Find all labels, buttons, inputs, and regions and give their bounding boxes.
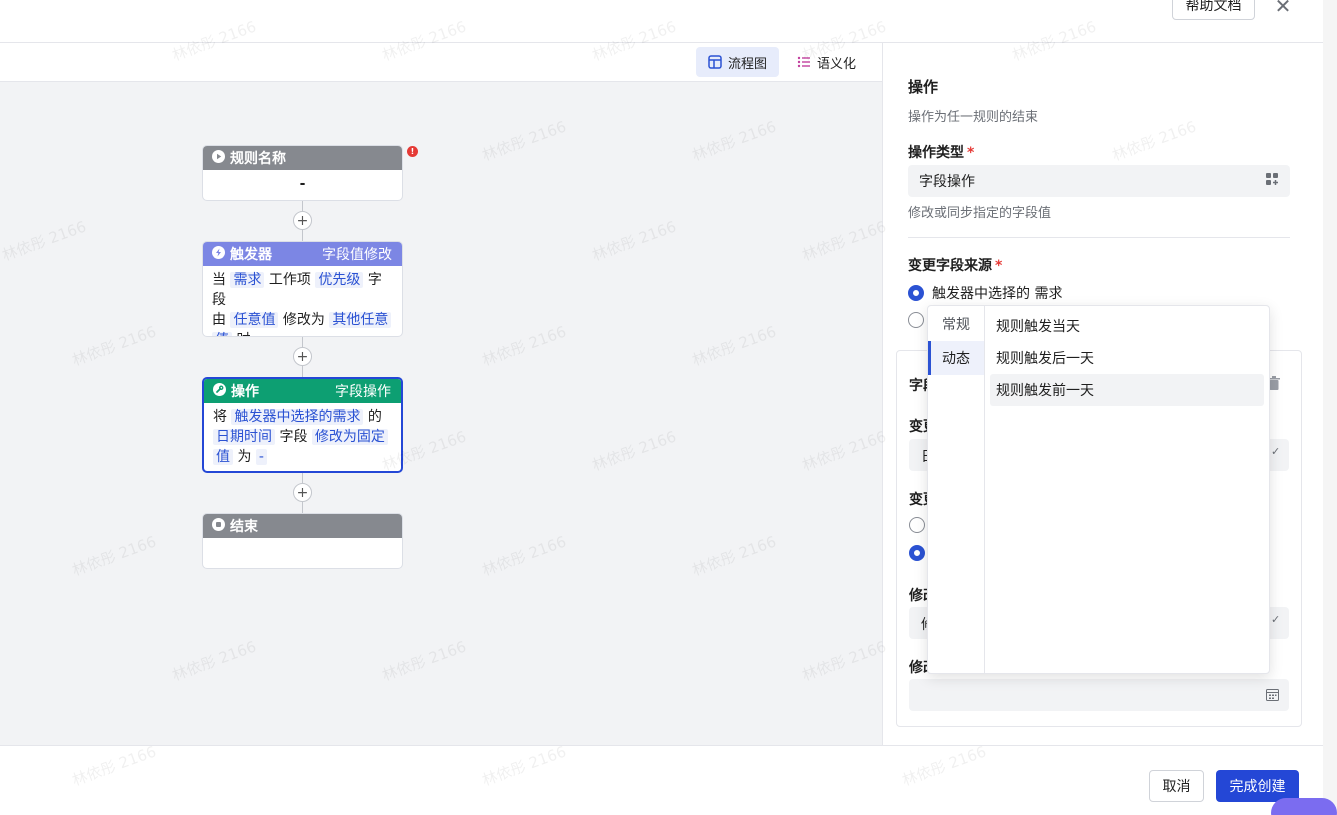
- wrench-icon: [213, 382, 226, 400]
- help-doc-button[interactable]: 帮助文档: [1172, 0, 1255, 20]
- tag-modify-mode: 修改为固定: [311, 429, 388, 445]
- op-type-value: 字段操作: [919, 174, 975, 190]
- rule-node-title: 规则名称: [230, 151, 286, 167]
- tab-dynamic[interactable]: 动态: [928, 341, 984, 375]
- canvas-toolbar: 流程图 语义化: [0, 43, 882, 82]
- dynamic-value-dropdown: 常规 动态 规则触发当天 规则触发后一天 规则触发前一天: [927, 305, 1270, 674]
- help-float-button[interactable]: [1271, 798, 1337, 815]
- source-option-trigger[interactable]: 触发器中选择的 需求: [908, 283, 1062, 303]
- divider: [908, 237, 1290, 238]
- option-day-after[interactable]: 规则触发后一天: [990, 342, 1264, 374]
- tag-field: 优先级: [315, 272, 364, 288]
- close-icon[interactable]: ✕: [1272, 0, 1294, 18]
- cancel-button[interactable]: 取消: [1149, 770, 1204, 802]
- text: 将: [213, 409, 227, 425]
- flowchart-icon: [708, 55, 722, 69]
- option-trigger-day[interactable]: 规则触发当天: [990, 310, 1264, 342]
- list-icon: [797, 55, 811, 69]
- tag-modify-mode-cont: 值: [213, 449, 233, 465]
- op-type-label: 操作类型 *: [908, 142, 974, 162]
- rule-node-value: -: [299, 176, 306, 192]
- action-node-body: 将 触发器中选择的需求 的 日期时间 字段 修改为固定 值 为 -: [204, 403, 401, 471]
- add-step-button[interactable]: +: [293, 483, 312, 502]
- radio-unchecked[interactable]: [908, 312, 924, 328]
- page-scrollbar[interactable]: [1323, 0, 1337, 815]
- tag-to-value-cont: 值: [212, 332, 232, 336]
- text: 为: [237, 449, 252, 465]
- dropdown-tabs: 常规 动态: [928, 306, 985, 673]
- radio-checked[interactable]: [908, 285, 924, 301]
- trigger-node-body: 当 需求 工作项 优先级 字段 由 任意值 修改为 其他任意 值 时: [203, 266, 402, 336]
- text: 由: [212, 312, 226, 328]
- text: 工作项: [268, 272, 311, 288]
- stop-icon: [212, 517, 225, 535]
- flowchart-view-button[interactable]: 流程图: [696, 47, 780, 77]
- end-node-title: 结束: [230, 519, 258, 535]
- required-mark: *: [967, 145, 975, 161]
- footer-bar: 取消 完成创建: [0, 745, 1323, 815]
- trigger-icon: [212, 245, 225, 263]
- radio-unchecked[interactable]: [909, 517, 925, 533]
- op-type-hint: 修改或同步指定的字段值: [908, 206, 1052, 221]
- chevron-down-icon: ✓: [1271, 445, 1281, 458]
- change-mode-option-2[interactable]: [909, 545, 925, 565]
- flowchart-view-label: 流程图: [728, 56, 768, 72]
- op-type-select[interactable]: 字段操作: [908, 165, 1290, 197]
- trigger-node[interactable]: 触发器 字段值修改 当 需求 工作项 优先级 字段 由 任意值 修改为 其他任意…: [202, 241, 403, 337]
- calendar-icon[interactable]: [1266, 688, 1279, 705]
- error-indicator-icon: !: [407, 146, 418, 157]
- flow-canvas: 流程图 语义化: [0, 43, 882, 745]
- trigger-type-label: 字段值修改: [322, 247, 392, 263]
- source-label: 变更字段来源 *: [908, 255, 1002, 275]
- action-node-title: 操作: [231, 384, 259, 400]
- required-mark: *: [995, 258, 1003, 274]
- panel-title: 操作: [908, 78, 939, 96]
- tag-field: 日期时间: [213, 429, 275, 445]
- tag-from-value: 任意值: [230, 312, 279, 328]
- op-type-label-text: 操作类型: [908, 145, 964, 161]
- tag-to-value: 其他任意: [329, 312, 392, 328]
- text: 修改为: [282, 312, 325, 328]
- source-option-label: 触发器中选择的 需求: [932, 286, 1063, 302]
- text: 时: [236, 332, 250, 336]
- tag-value: -: [255, 449, 267, 465]
- play-icon: [212, 149, 225, 167]
- add-step-button[interactable]: +: [293, 211, 312, 230]
- option-day-before[interactable]: 规则触发前一天: [990, 374, 1264, 406]
- text: 字段: [279, 429, 308, 445]
- grid-add-icon: [1265, 172, 1279, 190]
- end-node[interactable]: 结束: [202, 513, 403, 569]
- action-node[interactable]: 操作 字段操作 将 触发器中选择的需求 的 日期时间 字段 修改为固定 值 为 …: [202, 377, 403, 473]
- text: 的: [367, 409, 382, 425]
- date-picker-input[interactable]: [909, 679, 1289, 711]
- top-bar: 帮助文档 ✕: [0, 0, 1323, 43]
- tab-general[interactable]: 常规: [928, 307, 984, 341]
- radio-checked[interactable]: [909, 545, 925, 561]
- tag-work-item-type: 需求: [230, 272, 265, 288]
- semantic-view-button[interactable]: 语义化: [785, 47, 868, 77]
- chevron-down-icon: ✓: [1271, 613, 1281, 626]
- change-mode-option-1[interactable]: [909, 517, 925, 537]
- semantic-view-label: 语义化: [817, 56, 857, 72]
- trigger-node-title: 触发器: [230, 247, 272, 263]
- source-label-text: 变更字段来源: [908, 258, 992, 274]
- action-type-label: 字段操作: [335, 384, 391, 400]
- rule-name-node[interactable]: 规则名称 -: [202, 145, 403, 201]
- tag-target: 触发器中选择的需求: [231, 409, 364, 425]
- text: 当: [212, 272, 226, 288]
- panel-description: 操作为任一规则的结束: [908, 110, 1039, 125]
- add-step-button[interactable]: +: [293, 347, 312, 366]
- source-option-other[interactable]: [908, 312, 924, 328]
